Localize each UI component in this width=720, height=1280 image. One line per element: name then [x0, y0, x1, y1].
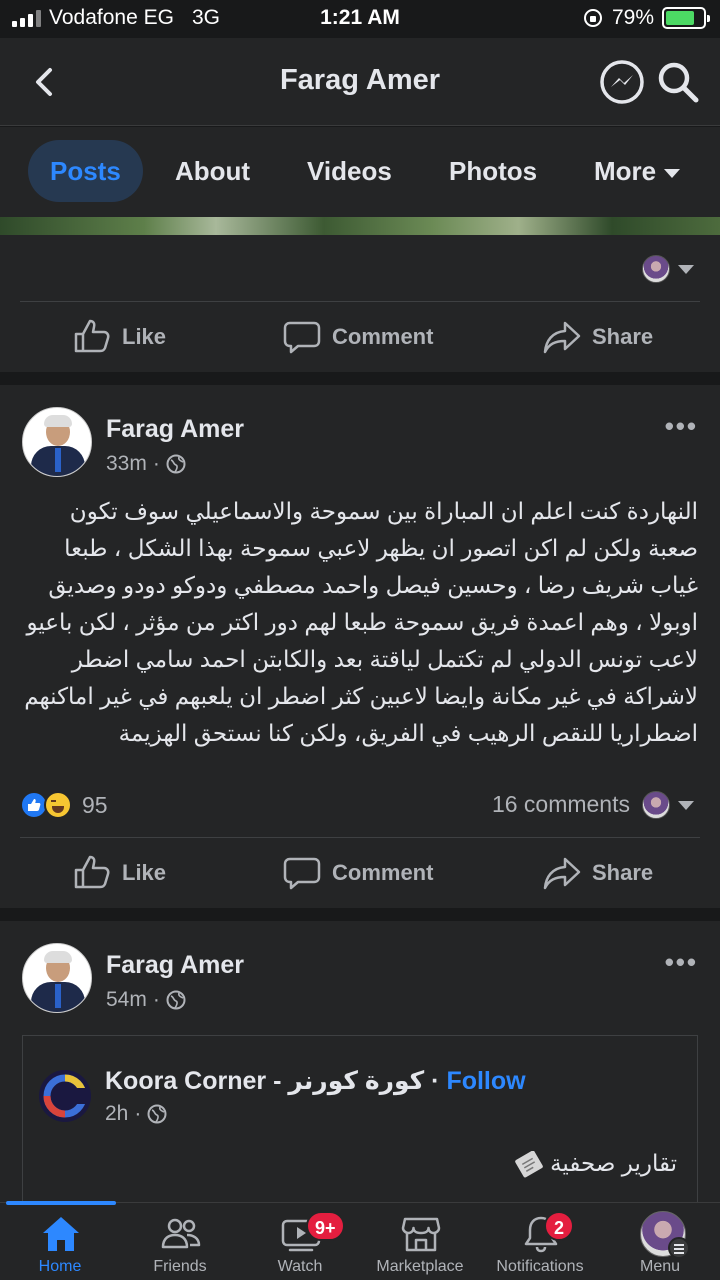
tab-photos[interactable]: Photos [427, 140, 559, 202]
share-label: Share [592, 324, 654, 349]
dot-separator: · [152, 452, 160, 475]
author-avatar[interactable] [22, 407, 92, 477]
like-button[interactable]: Like [72, 838, 166, 908]
react-as-selector[interactable] [642, 791, 694, 819]
share-label: Share [592, 860, 654, 885]
nav-marketplace-label: Marketplace [376, 1258, 464, 1275]
koora-corner-logo-icon [43, 1074, 87, 1118]
post-actions: Like Comment Share [0, 838, 720, 908]
comments-count[interactable]: 16 comments [492, 791, 630, 818]
post-actions: Like Comment Share [0, 302, 720, 372]
friends-icon [161, 1218, 201, 1249]
author-name[interactable]: Farag Amer [106, 951, 244, 980]
comment-button[interactable]: Comment [282, 838, 433, 908]
follow-button[interactable]: Follow [446, 1067, 525, 1095]
page-header: Farag Amer [0, 38, 720, 126]
share-icon [543, 857, 581, 890]
nav-home[interactable]: Home [0, 1203, 120, 1280]
shared-post-time[interactable]: 2h [105, 1102, 128, 1126]
dot-separator: · [134, 1102, 142, 1125]
tab-posts[interactable]: Posts [28, 140, 143, 202]
haha-reaction-icon [44, 791, 72, 819]
avatar [642, 791, 670, 819]
nav-friends[interactable]: Friends [120, 1203, 240, 1280]
post-time[interactable]: 54m [106, 988, 147, 1012]
globe-icon [166, 990, 186, 1010]
nav-marketplace[interactable]: Marketplace [360, 1203, 480, 1280]
comment-icon [283, 857, 321, 890]
profile-tabs: Posts About Videos Photos More [0, 127, 720, 217]
comment-icon [283, 321, 321, 354]
tab-videos[interactable]: Videos [285, 140, 414, 202]
watch-badge: 9+ [306, 1211, 345, 1241]
chevron-down-icon [678, 800, 694, 810]
comment-button[interactable]: Comment [282, 302, 433, 372]
post-time[interactable]: 33m [106, 452, 147, 476]
avatar [642, 255, 670, 283]
share-button[interactable]: Share [542, 838, 653, 908]
globe-icon [147, 1104, 167, 1124]
tab-more[interactable]: More [572, 140, 702, 202]
like-label: Like [122, 324, 167, 349]
page-logo[interactable] [39, 1070, 91, 1122]
shared-post-text-label: تقارير صحفية [550, 1150, 677, 1176]
home-icon [43, 1217, 79, 1251]
post-card: Farag Amer 33m · ••• النهاردة كنت اعلم ان… [0, 385, 720, 908]
post-card: Farag Amer 54m · ••• Koora Corner - كورة … [0, 921, 720, 1202]
orientation-lock-icon [583, 9, 602, 27]
shared-post-text: تقارير صحفية [514, 1150, 677, 1179]
newspaper-icon [514, 1150, 543, 1178]
react-as-selector[interactable] [642, 255, 694, 283]
more-options-icon[interactable]: ••• [665, 947, 698, 978]
nav-notifications[interactable]: 2 Notifications [480, 1203, 600, 1280]
battery-percent: 79% [611, 6, 654, 29]
chevron-down-icon [678, 264, 694, 274]
tab-about[interactable]: About [153, 140, 272, 202]
author-name[interactable]: Farag Amer [106, 415, 244, 444]
reactions-summary[interactable]: 95 [20, 791, 108, 819]
post-text: النهاردة كنت اعلم ان المباراة بين سموحة … [24, 498, 698, 746]
nav-watch[interactable]: 9+ Watch [240, 1203, 360, 1280]
author-avatar[interactable] [22, 943, 92, 1013]
nav-notifications-label: Notifications [496, 1258, 584, 1275]
like-label: Like [122, 860, 167, 885]
chevron-down-icon [664, 168, 681, 178]
more-options-icon[interactable]: ••• [665, 411, 698, 442]
share-icon [543, 321, 581, 354]
nav-menu-label: Menu [639, 1258, 681, 1275]
thumbs-up-icon [74, 319, 110, 353]
dot-separator: · [152, 988, 160, 1011]
previous-post-image [0, 217, 720, 235]
like-button[interactable]: Like [72, 302, 166, 372]
shared-page-title: Koora Corner - كورة كورنر · Follow [105, 1067, 526, 1095]
share-button[interactable]: Share [542, 302, 653, 372]
shared-page-name[interactable]: Koora Corner - كورة كورنر [105, 1067, 424, 1095]
tab-more-label: More [594, 156, 657, 186]
nav-menu[interactable]: Menu [600, 1203, 720, 1280]
comment-label: Comment [332, 860, 434, 885]
bottom-navigation: Home Friends 9+ Watch Marketplace 2 Noti… [0, 1201, 720, 1280]
globe-icon [166, 454, 186, 474]
reactions-count: 95 [82, 791, 108, 818]
nav-watch-label: Watch [277, 1258, 323, 1275]
menu-icon [668, 1237, 690, 1259]
status-bar: Vodafone EG 3G 1:21 AM 79% [0, 0, 720, 38]
messenger-icon[interactable] [598, 58, 646, 106]
comment-label: Comment [332, 324, 434, 349]
notifications-badge: 2 [544, 1211, 574, 1241]
marketplace-icon [401, 1217, 441, 1252]
nav-friends-label: Friends [153, 1258, 207, 1275]
shared-post[interactable]: Koora Corner - كورة كورنر · Follow 2h · ت… [22, 1035, 698, 1202]
battery-icon [662, 7, 710, 29]
thumbs-up-icon [74, 855, 110, 889]
nav-home-label: Home [38, 1258, 82, 1275]
previous-post-footer: Like Comment Share [0, 235, 720, 372]
search-icon[interactable] [654, 58, 702, 106]
